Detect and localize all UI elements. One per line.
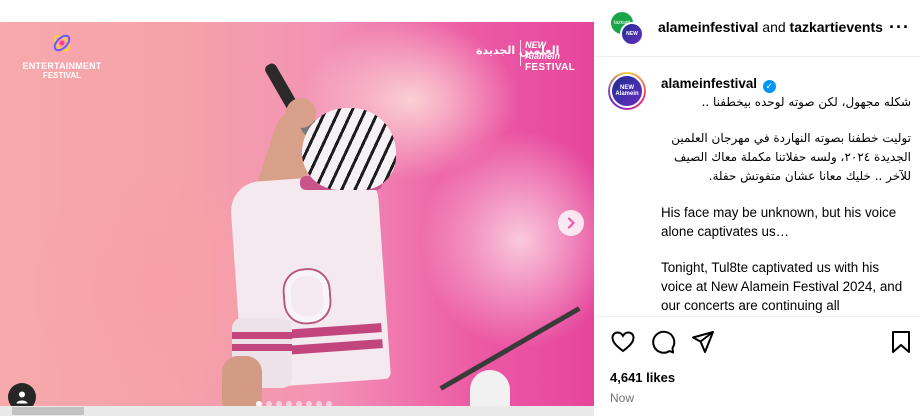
logo-text: ENTERTAINMENT: [22, 61, 102, 71]
comment-icon[interactable]: [650, 329, 676, 355]
caption-arabic-line: شكله مجهول، لكن صوته لوحده بيخطفنا ..: [701, 95, 911, 109]
logo-text: NEW Alamein: [525, 40, 561, 61]
caption-username[interactable]: alameinfestival: [661, 76, 757, 91]
post-actions: 4,641 likes Now: [594, 316, 920, 416]
festival-emblem-icon: [53, 34, 71, 52]
logo-text: FESTIVAL: [42, 71, 82, 80]
carousel-next-button[interactable]: [558, 210, 584, 236]
media-top-band: [0, 0, 594, 22]
more-options-button[interactable]: ···: [889, 17, 910, 37]
author-connector: and: [762, 19, 786, 35]
author-link[interactable]: tazkartievents: [790, 19, 883, 35]
sleeve-stripe: [232, 332, 292, 339]
caption-section: NEW Alamein alameinfestival ✓ شكله مجهول،…: [594, 58, 920, 316]
scrollbar-thumb[interactable]: [12, 407, 84, 415]
avatar[interactable]: NEW: [620, 22, 644, 46]
post-timestamp[interactable]: Now: [610, 391, 634, 405]
jersey-number: [283, 268, 331, 324]
more-horizontal-icon: ···: [889, 17, 910, 37]
post-details-panel: tazkarti NEW alameinfestival and tazkart…: [594, 0, 920, 416]
entertainment-festival-logo: ENTERTAINMENT FESTIVAL: [20, 32, 104, 80]
performer-masked-head: [302, 108, 396, 190]
caption-body: alameinfestival ✓ شكله مجهول، لكن صوته ل…: [661, 74, 911, 315]
sleeve-stripe: [232, 344, 292, 351]
post-media[interactable]: ENTERTAINMENT FESTIVAL العلمين الجديدة N…: [0, 0, 594, 416]
horizontal-scrollbar[interactable]: [0, 406, 594, 416]
chevron-right-icon: [567, 217, 576, 229]
share-icon[interactable]: [690, 329, 716, 355]
caption-arabic-paragraph: توليت خطفنا بصوته النهاردة في مهرجان الع…: [671, 131, 911, 183]
post-header: tazkarti NEW alameinfestival and tazkart…: [594, 0, 920, 57]
logo-box: NEW Alamein FESTIVAL: [520, 40, 578, 73]
logo-text: FESTIVAL: [525, 62, 575, 73]
post-authors: alameinfestival and tazkartievents: [658, 19, 883, 35]
new-alamein-festival-logo: العلمين الجديدة NEW Alamein FESTIVAL: [476, 40, 580, 73]
collab-avatars[interactable]: tazkarti NEW: [608, 12, 644, 46]
avatar[interactable]: NEW Alamein: [608, 72, 646, 110]
caption-english-paragraph: Tonight, Tul8te captivated us with his v…: [661, 260, 903, 313]
bookmark-icon[interactable]: [888, 329, 914, 355]
author-link[interactable]: alameinfestival: [658, 19, 758, 35]
like-count[interactable]: 4,641 likes: [610, 370, 675, 385]
caption-english-paragraph: His face may be unknown, but his voice a…: [661, 205, 897, 239]
user-icon: [16, 391, 28, 404]
heart-icon[interactable]: [610, 329, 636, 355]
verified-badge-icon: ✓: [762, 80, 776, 93]
avatar-image: NEW Alamein: [610, 74, 644, 108]
